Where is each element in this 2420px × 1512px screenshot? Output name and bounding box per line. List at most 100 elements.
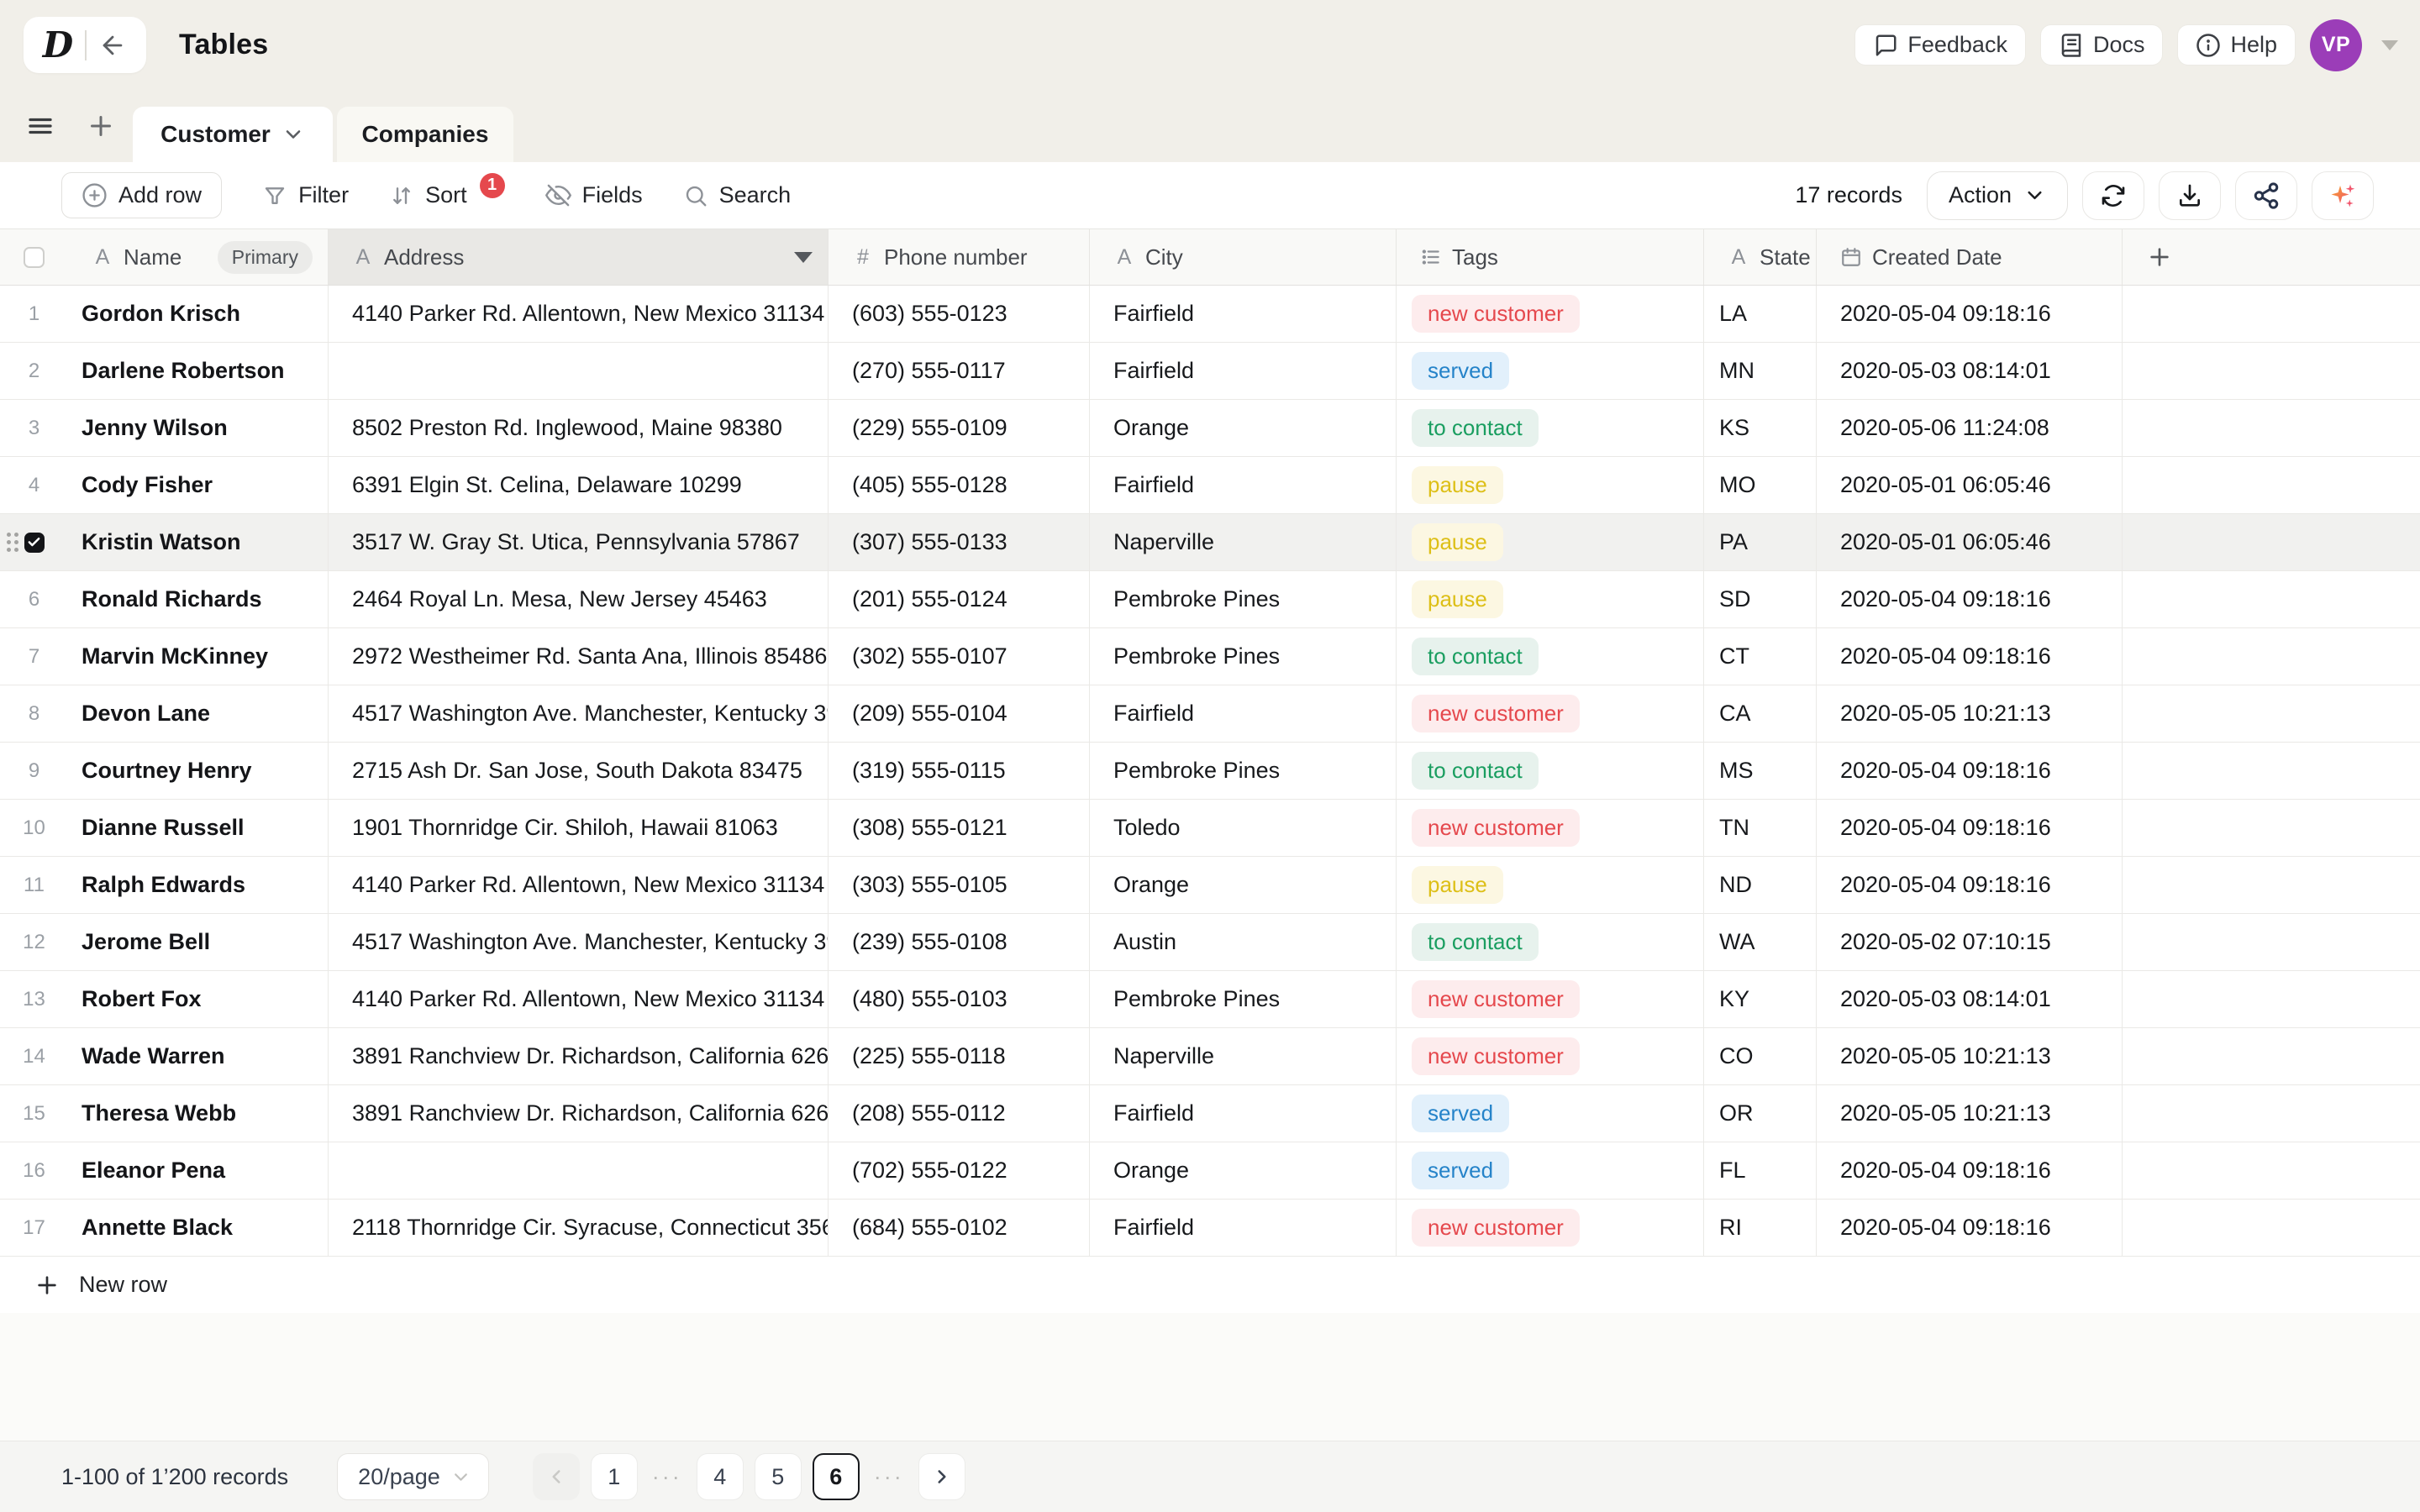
cell-state[interactable]: TN — [1704, 800, 1817, 856]
cell-created-date[interactable]: 2020-05-04 09:18:16 — [1817, 286, 2123, 342]
cell-phone[interactable]: (208) 555-0112 — [829, 1085, 1090, 1142]
cell-phone[interactable]: (480) 555-0103 — [829, 971, 1090, 1027]
row-number-cell[interactable]: 17 — [0, 1200, 68, 1256]
page-button-6[interactable]: 6 — [813, 1453, 860, 1500]
column-header-address[interactable]: AAddress — [329, 229, 829, 285]
cell-tags[interactable]: new customer — [1397, 1028, 1704, 1084]
cell-state[interactable]: KS — [1704, 400, 1817, 456]
cell-created-date[interactable]: 2020-05-06 11:24:08 — [1817, 400, 2123, 456]
cell-created-date[interactable]: 2020-05-04 09:18:16 — [1817, 743, 2123, 799]
cell-created-date[interactable]: 2020-05-04 09:18:16 — [1817, 571, 2123, 627]
cell-tags[interactable]: pause — [1397, 857, 1704, 913]
cell-phone[interactable]: (405) 555-0128 — [829, 457, 1090, 513]
cell-name[interactable]: Theresa Webb — [68, 1085, 329, 1142]
cell-name[interactable]: Eleanor Pena — [68, 1142, 329, 1199]
table-row[interactable]: 16Eleanor Pena(702) 555-0122Orangeserved… — [0, 1142, 2420, 1200]
cell-address[interactable]: 6391 Elgin St. Celina, Delaware 10299 — [329, 457, 829, 513]
cell-tags[interactable]: served — [1397, 343, 1704, 399]
cell-address[interactable]: 3891 Ranchview Dr. Richardson, Californi… — [329, 1028, 829, 1084]
cell-city[interactable]: Orange — [1090, 1142, 1397, 1199]
cell-address[interactable]: 4140 Parker Rd. Allentown, New Mexico 31… — [329, 286, 829, 342]
cell-tags[interactable]: pause — [1397, 571, 1704, 627]
table-row[interactable]: 2Darlene Robertson(270) 555-0117Fairfiel… — [0, 343, 2420, 400]
add-table-icon[interactable] — [86, 90, 116, 162]
cell-city[interactable]: Pembroke Pines — [1090, 571, 1397, 627]
row-number-cell[interactable]: 6 — [0, 571, 68, 627]
cell-state[interactable]: KY — [1704, 971, 1817, 1027]
download-button[interactable] — [2159, 171, 2221, 220]
row-number-cell[interactable]: 7 — [0, 628, 68, 685]
row-number-cell[interactable]: 1 — [0, 286, 68, 342]
next-page-button[interactable] — [918, 1453, 965, 1500]
chevron-down-icon[interactable] — [281, 123, 305, 146]
sort-caret-icon[interactable] — [794, 252, 813, 263]
tag-pill[interactable]: to contact — [1412, 752, 1539, 790]
cell-state[interactable]: LA — [1704, 286, 1817, 342]
cell-address[interactable]: 4517 Washington Ave. Manchester, Kentuck… — [329, 685, 829, 742]
select-all-checkbox[interactable] — [24, 247, 45, 268]
add-row-button[interactable]: Add row — [61, 172, 222, 218]
cell-city[interactable]: Naperville — [1090, 514, 1397, 570]
table-row[interactable]: 7Marvin McKinney2972 Westheimer Rd. Sant… — [0, 628, 2420, 685]
cell-city[interactable]: Orange — [1090, 400, 1397, 456]
avatar-caret-icon[interactable] — [2381, 40, 2398, 50]
cell-phone[interactable]: (308) 555-0121 — [829, 800, 1090, 856]
cell-phone[interactable]: (225) 555-0118 — [829, 1028, 1090, 1084]
page-button-1[interactable]: 1 — [591, 1453, 638, 1500]
cell-phone[interactable]: (239) 555-0108 — [829, 914, 1090, 970]
back-arrow-icon[interactable] — [98, 31, 127, 60]
cell-tags[interactable]: new customer — [1397, 971, 1704, 1027]
cell-phone[interactable]: (303) 555-0105 — [829, 857, 1090, 913]
cell-name[interactable]: Ronald Richards — [68, 571, 329, 627]
page-size-select[interactable]: 20/page — [337, 1453, 489, 1500]
cell-state[interactable]: MS — [1704, 743, 1817, 799]
cell-phone[interactable]: (319) 555-0115 — [829, 743, 1090, 799]
cell-name[interactable]: Ralph Edwards — [68, 857, 329, 913]
table-row[interactable]: 4Cody Fisher6391 Elgin St. Celina, Delaw… — [0, 457, 2420, 514]
cell-state[interactable]: FL — [1704, 1142, 1817, 1199]
cell-state[interactable]: RI — [1704, 1200, 1817, 1256]
cell-name[interactable]: Robert Fox — [68, 971, 329, 1027]
tag-pill[interactable]: served — [1412, 1095, 1509, 1132]
cell-created-date[interactable]: 2020-05-04 09:18:16 — [1817, 1200, 2123, 1256]
cell-tags[interactable]: pause — [1397, 514, 1704, 570]
tag-pill[interactable]: pause — [1412, 580, 1503, 618]
cell-name[interactable]: Courtney Henry — [68, 743, 329, 799]
cell-address[interactable]: 4140 Parker Rd. Allentown, New Mexico 31… — [329, 971, 829, 1027]
column-header-name[interactable]: ANamePrimary — [68, 229, 329, 285]
cell-phone[interactable]: (209) 555-0104 — [829, 685, 1090, 742]
cell-city[interactable]: Naperville — [1090, 1028, 1397, 1084]
tag-pill[interactable]: pause — [1412, 866, 1503, 904]
cell-tags[interactable]: served — [1397, 1085, 1704, 1142]
row-number-cell[interactable]: 11 — [0, 857, 68, 913]
page-button-4[interactable]: 4 — [697, 1453, 744, 1500]
cell-name[interactable]: Darlene Robertson — [68, 343, 329, 399]
cell-address[interactable] — [329, 343, 829, 399]
cell-city[interactable]: Toledo — [1090, 800, 1397, 856]
cell-created-date[interactable]: 2020-05-04 09:18:16 — [1817, 800, 2123, 856]
cell-created-date[interactable]: 2020-05-04 09:18:16 — [1817, 628, 2123, 685]
tag-pill[interactable]: new customer — [1412, 295, 1580, 333]
user-avatar[interactable]: VP — [2310, 19, 2362, 71]
new-row-button[interactable]: New row — [0, 1257, 2420, 1314]
tag-pill[interactable]: to contact — [1412, 409, 1539, 447]
column-header-tags[interactable]: Tags — [1397, 229, 1704, 285]
tag-pill[interactable]: to contact — [1412, 923, 1539, 961]
action-dropdown-button[interactable]: Action — [1927, 171, 2068, 220]
cell-city[interactable]: Fairfield — [1090, 343, 1397, 399]
cell-city[interactable]: Orange — [1090, 857, 1397, 913]
add-field-button[interactable] — [2146, 244, 2173, 270]
drag-handle[interactable] — [7, 533, 18, 552]
search-button[interactable]: Search — [683, 182, 792, 208]
ai-sparkles-button[interactable] — [2312, 171, 2374, 220]
column-header-city[interactable]: ACity — [1090, 229, 1397, 285]
cell-name[interactable]: Marvin McKinney — [68, 628, 329, 685]
column-header-created[interactable]: Created Date — [1817, 229, 2123, 285]
cell-city[interactable]: Fairfield — [1090, 1200, 1397, 1256]
docs-button[interactable]: Docs — [2040, 24, 2164, 66]
table-row[interactable]: 3Jenny Wilson8502 Preston Rd. Inglewood,… — [0, 400, 2420, 457]
row-number-cell[interactable]: 15 — [0, 1085, 68, 1142]
cell-city[interactable]: Fairfield — [1090, 457, 1397, 513]
tag-pill[interactable]: new customer — [1412, 1209, 1580, 1247]
share-button[interactable] — [2235, 171, 2297, 220]
